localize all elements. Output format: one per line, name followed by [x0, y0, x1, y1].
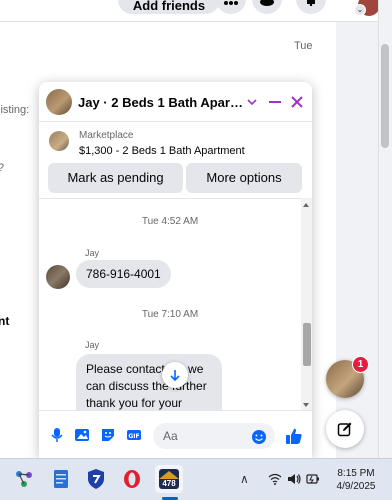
- chat-scrollbar-thumb[interactable]: [303, 323, 311, 366]
- more-options-button[interactable]: More options: [186, 163, 302, 193]
- svg-text:GIF: GIF: [128, 433, 139, 440]
- notifications-button[interactable]: [296, 0, 326, 14]
- message-composer: GIF: [39, 410, 312, 458]
- taskbar-app-network[interactable]: [10, 465, 38, 493]
- background-timestamp: Tue: [294, 40, 313, 52]
- messenger-button[interactable]: [252, 0, 282, 14]
- message-timestamp: Tue 4:52 AM: [141, 216, 199, 227]
- message-list: Tue 4:52 AM Jay 786-916-4001 Tue 7:10 AM…: [39, 198, 301, 410]
- send-like-button[interactable]: [284, 426, 304, 446]
- system-clock[interactable]: 8:15 PM 4/9/2025: [328, 467, 384, 493]
- unread-badge: 1: [352, 356, 369, 373]
- opera-browser-icon: [124, 470, 140, 488]
- sender-name: Jay: [85, 340, 100, 350]
- chevron-down-icon: [247, 99, 257, 106]
- minimize-chat-button[interactable]: [265, 92, 285, 112]
- vpn-shield-icon: [88, 469, 104, 489]
- chat-header[interactable]: Jay · 2 Beds 1 Bath Apartm…: [39, 82, 312, 122]
- add-friends-button[interactable]: Add friends: [118, 0, 220, 14]
- sender-name: Jay: [85, 248, 100, 258]
- taskbar-app-shield[interactable]: [82, 465, 110, 493]
- marketplace-listing-card: Marketplace $1,300 - 2 Beds 1 Bath Apart…: [39, 122, 312, 198]
- wifi-icon[interactable]: [268, 472, 282, 486]
- emoji-button[interactable]: [251, 429, 267, 445]
- listing-kind-label: Marketplace: [79, 130, 134, 141]
- chat-options-button[interactable]: [242, 92, 262, 112]
- page-scrollbar-thumb[interactable]: [381, 44, 389, 148]
- menu-grid-button[interactable]: [216, 0, 246, 14]
- clock-date: 4/9/2025: [336, 481, 376, 492]
- microphone-icon[interactable]: [49, 427, 65, 443]
- smiley-icon: [252, 430, 266, 444]
- photo-icon[interactable]: [74, 427, 90, 443]
- messenger-icon: [260, 0, 274, 6]
- taskbar: 478 ∧ 8:15 PM 4/9/2025: [0, 458, 392, 500]
- chat-scrollbar[interactable]: [301, 198, 312, 410]
- chat-window: Jay · 2 Beds 1 Bath Apartm… Marketplace …: [39, 82, 312, 458]
- new-message-button[interactable]: [326, 410, 364, 448]
- arrow-down-icon: [170, 370, 180, 382]
- taskbar-app-notepad[interactable]: [47, 465, 75, 493]
- close-icon: [291, 96, 303, 108]
- bell-icon: [307, 0, 315, 6]
- chat-title[interactable]: Jay · 2 Beds 1 Bath Apartm…: [78, 95, 243, 110]
- scroll-down-arrow-icon[interactable]: [303, 403, 309, 407]
- notepad-icon: [54, 470, 68, 488]
- message-line: thank you for your: [86, 396, 183, 410]
- message-line: can discuss the further: [86, 379, 207, 393]
- mark-as-pending-button[interactable]: Mark as pending: [48, 163, 183, 193]
- sender-avatar[interactable]: [46, 265, 70, 289]
- close-chat-button[interactable]: [287, 92, 307, 112]
- clock-time: 8:15 PM: [337, 468, 375, 479]
- background-text-fragment: ?: [0, 162, 4, 174]
- background-text-fragment: listing:: [0, 104, 30, 116]
- sticker-icon[interactable]: [100, 427, 116, 443]
- top-nav-bar: Add friends ⌄: [0, 0, 392, 22]
- network-map-icon: [16, 471, 32, 487]
- app-badge-number: 478: [162, 479, 176, 488]
- minimize-icon: [269, 101, 281, 103]
- account-chevron-icon[interactable]: ⌄: [354, 4, 366, 16]
- listing-thumbnail[interactable]: [49, 131, 69, 151]
- tray-overflow-chevron-icon[interactable]: ∧: [240, 472, 249, 486]
- message-timestamp: Tue 7:10 AM: [141, 309, 199, 320]
- gif-icon[interactable]: GIF: [126, 427, 142, 443]
- message-bubble[interactable]: 786-916-4001: [76, 260, 171, 288]
- taskbar-app-opera[interactable]: [118, 465, 146, 493]
- compose-icon: [337, 422, 352, 437]
- message-line: Please contact me we: [86, 362, 204, 376]
- dots-icon: [224, 1, 238, 5]
- scroll-up-arrow-icon[interactable]: [303, 203, 309, 207]
- contact-avatar[interactable]: [46, 89, 72, 115]
- listing-description[interactable]: $1,300 - 2 Beds 1 Bath Apartment: [79, 145, 245, 157]
- message-bubble[interactable]: Please contact me we can discuss the fur…: [76, 354, 222, 410]
- volume-icon[interactable]: [287, 472, 301, 486]
- scroll-to-bottom-button[interactable]: [162, 362, 188, 388]
- taskbar-app-active[interactable]: 478: [155, 465, 183, 493]
- battery-charging-icon[interactable]: [306, 472, 320, 486]
- background-text-fragment: nt: [0, 314, 10, 328]
- thumbs-up-icon: [286, 428, 302, 444]
